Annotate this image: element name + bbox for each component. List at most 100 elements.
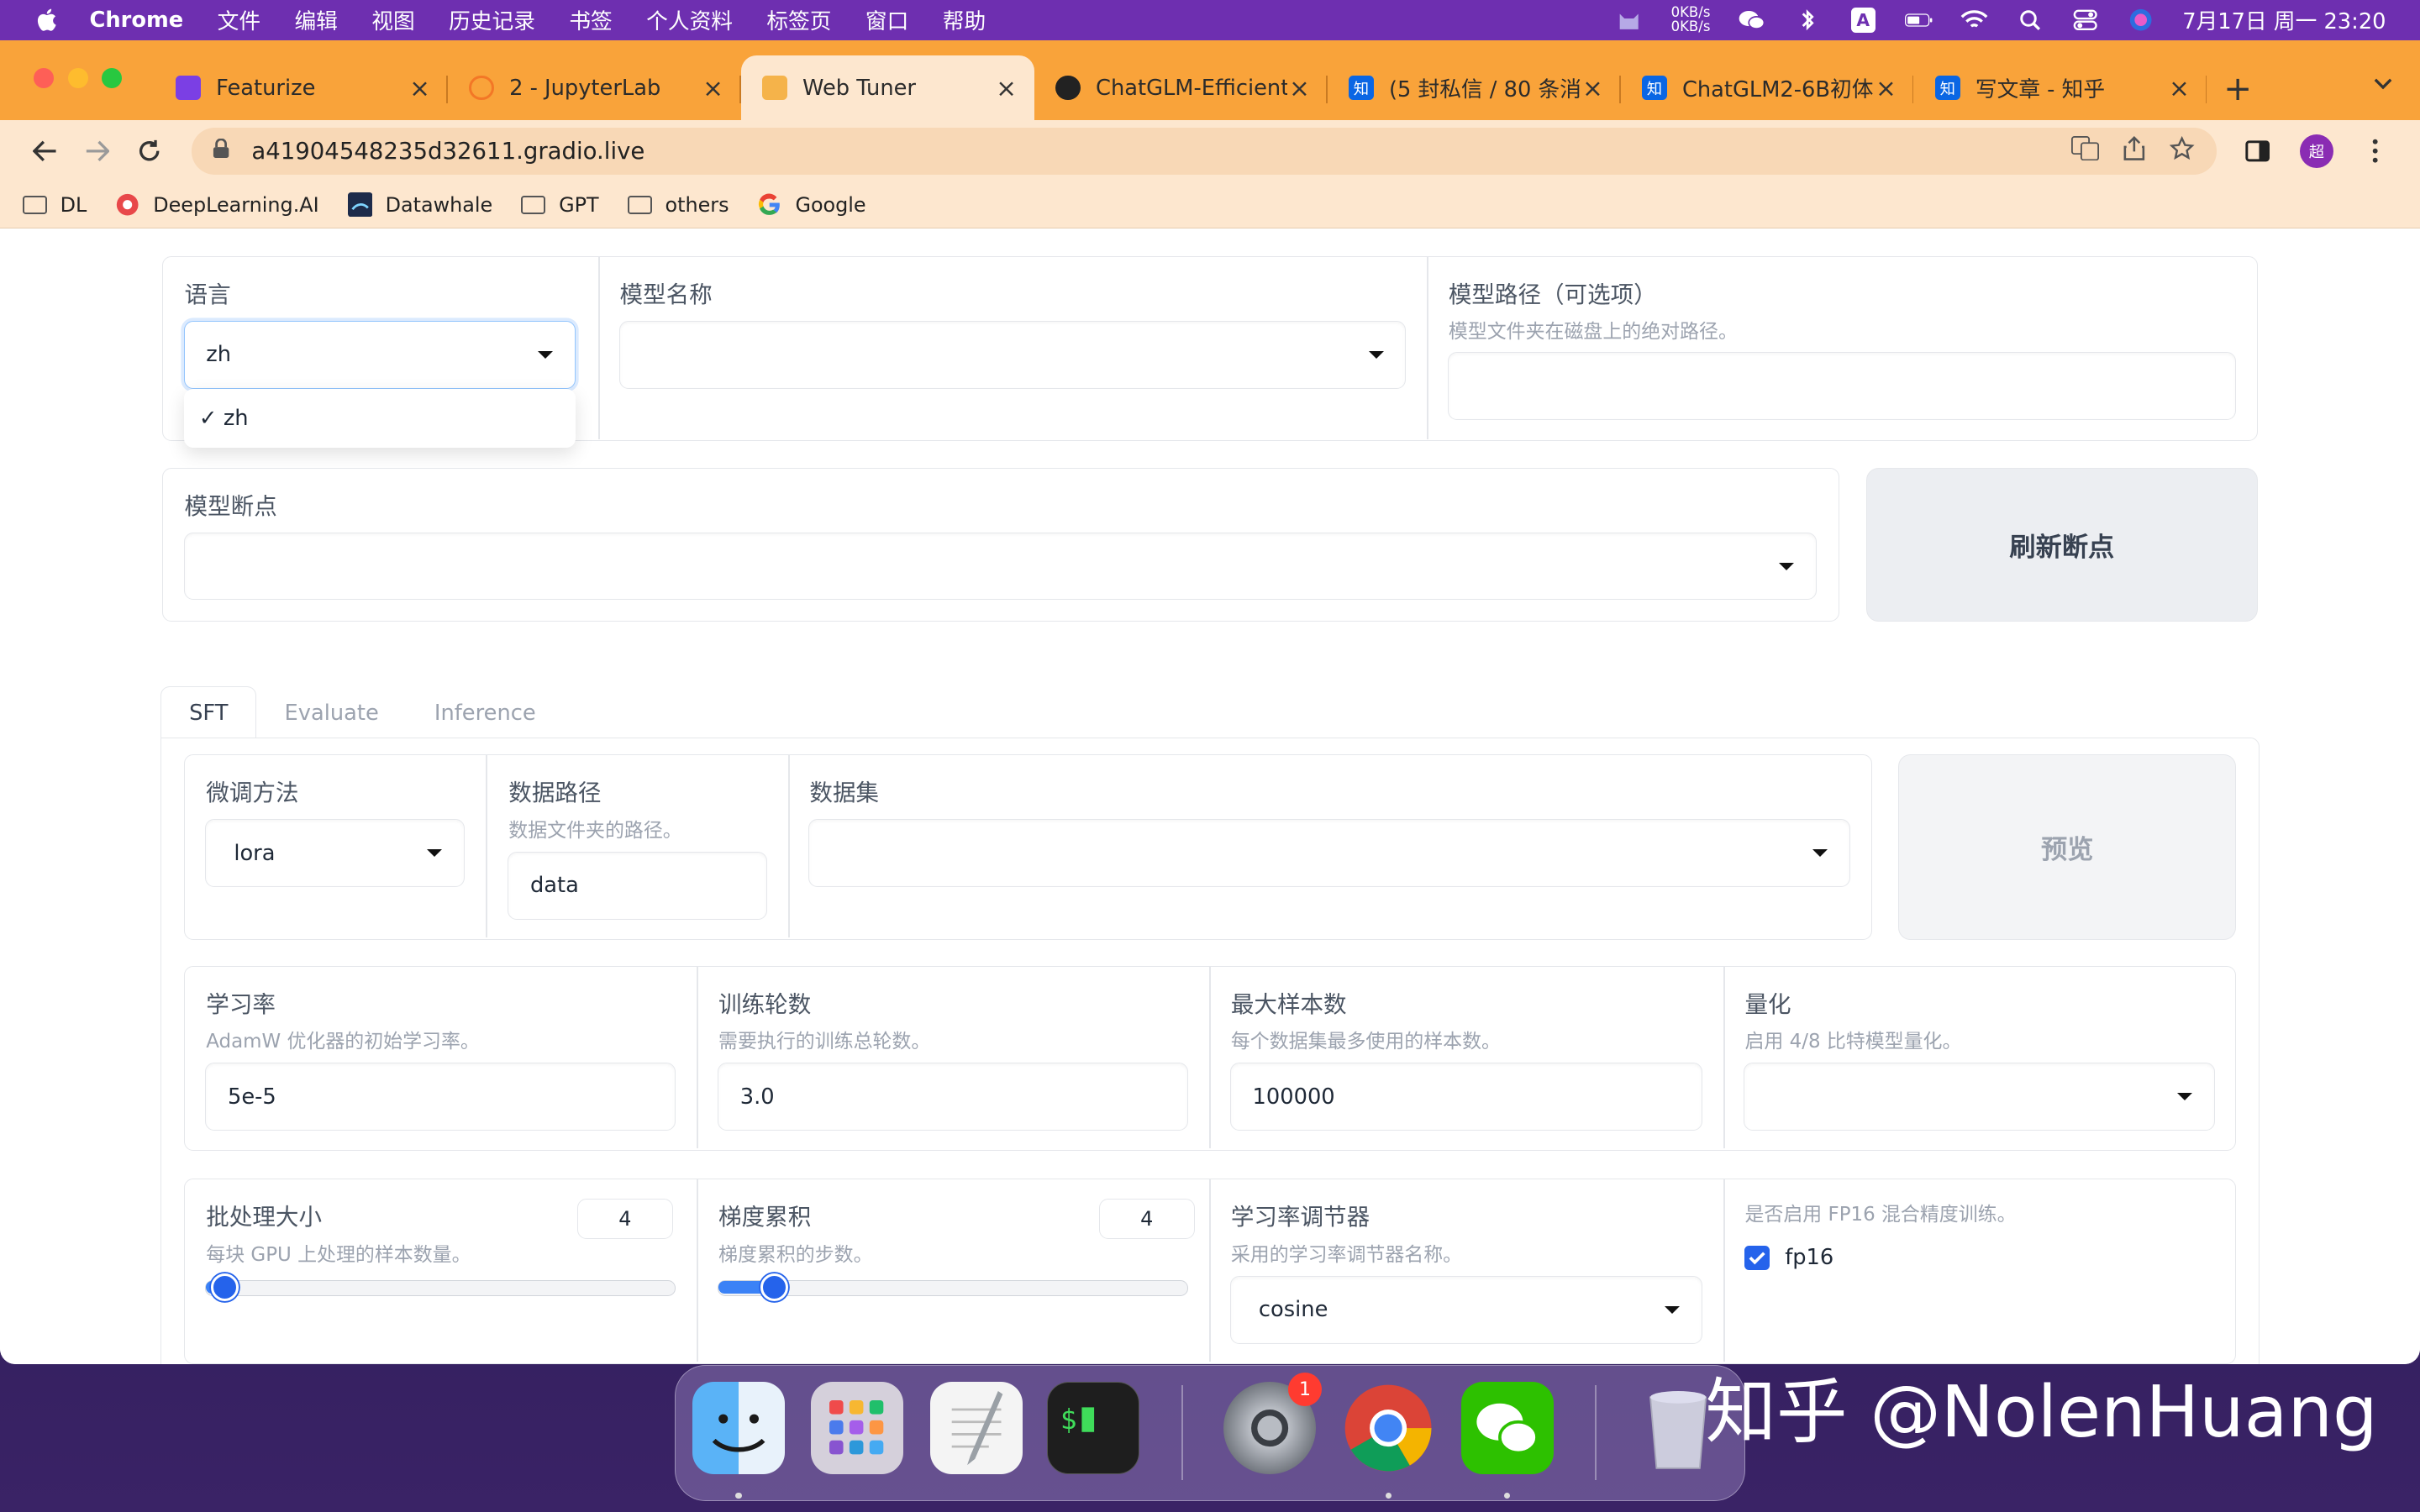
finder-icon[interactable] xyxy=(692,1381,786,1475)
maximize-window-button[interactable] xyxy=(102,67,123,88)
close-tab-icon[interactable]: × xyxy=(1874,74,1898,102)
bookmark-deeplearning-ai[interactable]: DeepLearning.AI xyxy=(114,193,319,217)
dataset-block: 数据集 xyxy=(809,774,880,808)
bookmark-star-icon[interactable] xyxy=(2170,135,2196,166)
close-window-button[interactable] xyxy=(34,67,55,88)
slider-thumb[interactable] xyxy=(210,1273,239,1302)
wifi-icon[interactable] xyxy=(1960,8,1988,32)
bookmark-google[interactable]: Google xyxy=(757,193,866,217)
model-path-input[interactable] xyxy=(1447,351,2237,420)
address-bar[interactable]: a41904548235d32611.gradio.live xyxy=(191,128,2217,175)
browser-tab-zhihu-messages[interactable]: 知 (5 封私信 / 80 条消息 × xyxy=(1328,55,1621,120)
wechat-icon[interactable] xyxy=(1738,8,1765,32)
close-tab-icon[interactable]: × xyxy=(408,74,432,102)
lr-scheduler-dropdown[interactable]: cosine xyxy=(1229,1275,1702,1344)
textedit-icon[interactable] xyxy=(929,1381,1023,1475)
menu-file[interactable]: 文件 xyxy=(218,4,260,35)
browser-tab-github[interactable]: ChatGLM-Efficient- × xyxy=(1034,55,1328,120)
side-panel-icon[interactable] xyxy=(2232,128,2284,174)
menu-window[interactable]: 窗口 xyxy=(865,4,908,35)
deeplearning-ai-icon xyxy=(114,193,140,216)
more-menu-icon[interactable] xyxy=(2349,128,2401,174)
divider xyxy=(1209,1179,1211,1362)
back-button[interactable] xyxy=(18,128,71,174)
browser-tab-featurize[interactable]: Featurize × xyxy=(155,55,448,120)
close-tab-icon[interactable]: × xyxy=(1581,74,1605,102)
close-tab-icon[interactable]: × xyxy=(994,74,1018,102)
menu-view[interactable]: 视图 xyxy=(371,4,414,35)
wechat-app-icon[interactable] xyxy=(1460,1381,1554,1475)
menu-clock[interactable]: 7月17日 周一 23:20 xyxy=(2182,4,2386,35)
grad-accum-number[interactable]: 4 xyxy=(1098,1199,1195,1239)
bluetooth-icon[interactable] xyxy=(1794,8,1822,32)
close-tab-icon[interactable]: × xyxy=(2167,74,2191,102)
close-tab-icon[interactable]: × xyxy=(701,74,725,102)
max-samples-input[interactable]: 100000 xyxy=(1229,1063,1702,1131)
close-tab-icon[interactable]: × xyxy=(1287,74,1312,102)
siri-icon[interactable] xyxy=(2127,8,2154,32)
divider xyxy=(787,755,790,937)
minimize-window-button[interactable] xyxy=(67,67,88,88)
quantization-dropdown[interactable] xyxy=(1744,1063,2215,1131)
chevron-down-icon xyxy=(1779,562,1795,570)
input-method-label: A xyxy=(1850,8,1876,33)
tab-sft[interactable]: SFT xyxy=(160,686,257,739)
dataset-dropdown[interactable] xyxy=(808,819,1851,888)
menu-help[interactable]: 帮助 xyxy=(943,4,986,35)
browser-tab-web-tuner[interactable]: Web Tuner × xyxy=(740,55,1034,121)
menu-edit[interactable]: 编辑 xyxy=(294,4,337,35)
menu-bookmarks[interactable]: 书签 xyxy=(569,4,612,35)
folder-icon xyxy=(627,194,653,216)
slider-thumb[interactable] xyxy=(760,1273,788,1302)
tab-evaluate[interactable]: Evaluate xyxy=(256,686,406,738)
reload-button[interactable] xyxy=(124,128,176,174)
bookmark-others[interactable]: others xyxy=(627,193,729,217)
bookmark-datawhale[interactable]: Datawhale xyxy=(347,192,492,218)
menu-profiles[interactable]: 个人资料 xyxy=(646,4,733,35)
language-option-zh[interactable]: zh xyxy=(224,406,249,431)
preview-button[interactable]: 预览 xyxy=(1898,754,2237,940)
profile-avatar[interactable]: 超 xyxy=(2299,134,2334,169)
browser-tab-jupyterlab[interactable]: 2 - JupyterLab × xyxy=(448,55,741,120)
featurize-favicon-icon xyxy=(176,75,201,101)
apple-icon[interactable] xyxy=(31,5,62,36)
share-icon[interactable] xyxy=(2123,135,2145,166)
fp16-checkbox-row[interactable]: fp16 xyxy=(1744,1245,2016,1270)
lock-icon[interactable] xyxy=(213,138,229,164)
forward-button[interactable] xyxy=(71,128,123,174)
language-dropdown[interactable]: zh xyxy=(183,321,576,389)
menu-tab[interactable]: 标签页 xyxy=(766,4,831,35)
learning-rate-input[interactable]: 5e-5 xyxy=(205,1063,676,1131)
menu-app-name[interactable]: Chrome xyxy=(89,8,183,33)
spotlight-search-icon[interactable] xyxy=(2016,8,2044,32)
checkpoint-dropdown[interactable] xyxy=(183,532,1817,601)
bookmark-gpt[interactable]: GPT xyxy=(520,193,599,217)
tab-inference[interactable]: Inference xyxy=(407,686,564,738)
browser-tab-zhihu-write[interactable]: 知 写文章 - 知乎 × xyxy=(1913,55,2207,120)
cat-icon[interactable] xyxy=(1616,8,1644,32)
batch-size-number[interactable]: 4 xyxy=(576,1199,673,1239)
url-text[interactable]: a41904548235d32611.gradio.live xyxy=(251,138,2046,165)
finetune-method-dropdown[interactable]: lora xyxy=(205,819,465,888)
menu-history[interactable]: 历史记录 xyxy=(449,4,535,35)
epochs-input[interactable]: 3.0 xyxy=(718,1063,1189,1131)
input-method-icon[interactable]: A xyxy=(1849,8,1877,33)
terminal-icon[interactable]: $ xyxy=(1047,1381,1140,1475)
translate-icon[interactable] xyxy=(2070,135,2100,166)
fp16-checkbox[interactable] xyxy=(1744,1245,1770,1270)
grad-accum-slider[interactable] xyxy=(718,1273,1189,1302)
network-speed[interactable]: 0KB/s 0KB/s xyxy=(1671,6,1711,34)
launchpad-icon[interactable] xyxy=(811,1381,904,1475)
browser-tab-zhihu-chatglm2[interactable]: 知 ChatGLM2-6B初体验 × xyxy=(1621,55,1914,120)
refresh-checkpoints-button[interactable]: 刷新断点 xyxy=(1865,467,2259,622)
new-tab-button[interactable]: + xyxy=(2207,55,2268,120)
chrome-icon[interactable] xyxy=(1342,1382,1434,1474)
data-path-input[interactable]: data xyxy=(508,851,767,920)
control-center-icon[interactable] xyxy=(2071,8,2099,32)
tab-search-chevron-icon[interactable] xyxy=(2374,71,2392,96)
model-name-dropdown[interactable] xyxy=(618,321,1407,389)
bookmark-dl[interactable]: DL xyxy=(22,193,87,217)
batch-size-slider[interactable] xyxy=(205,1273,676,1302)
finetune-method-label: 微调方法 xyxy=(206,780,299,807)
battery-icon[interactable] xyxy=(1904,8,1933,32)
